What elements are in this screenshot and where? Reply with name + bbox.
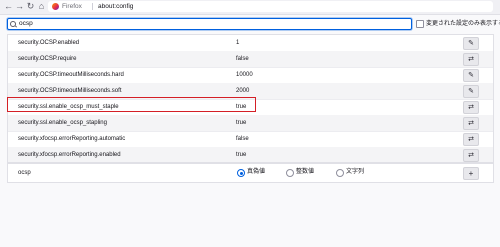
- toggle-button[interactable]: ⇄: [463, 101, 479, 114]
- preference-row[interactable]: security.xfocsp.errorReporting.enabled tr…: [8, 147, 493, 162]
- toggle-button[interactable]: ⇄: [463, 149, 479, 162]
- preference-name: security.ssl.enable_ocsp_stapling: [18, 120, 107, 126]
- preference-row[interactable]: security.ssl.enable_ocsp_stapling true ⇄: [8, 115, 493, 132]
- new-preference-row: ocsp 真偽値 整数値 文字列 +: [7, 163, 494, 183]
- preference-name: security.xfocsp.errorReporting.enabled: [18, 152, 121, 158]
- reload-icon[interactable]: ↻: [25, 1, 36, 12]
- forward-icon[interactable]: →: [14, 1, 25, 12]
- preference-row[interactable]: security.OCSP.enabled 1 ✎: [8, 35, 493, 52]
- back-icon[interactable]: ←: [3, 1, 14, 12]
- toggle-button[interactable]: ⇄: [463, 133, 479, 146]
- preference-value: true: [236, 152, 247, 158]
- preference-value: true: [236, 120, 247, 126]
- preference-name: security.xfocsp.errorReporting.automatic: [18, 136, 126, 142]
- home-icon[interactable]: ⌂: [36, 1, 47, 12]
- preference-value: false: [236, 136, 249, 142]
- new-preference-name: ocsp: [18, 170, 31, 176]
- firefox-logo-icon: [52, 3, 59, 10]
- type-boolean-label: 真偽値: [247, 169, 266, 175]
- preference-name: security.OCSP.timeoutMilliseconds.hard: [18, 72, 124, 78]
- type-integer-label: 整数値: [296, 169, 315, 175]
- toggle-button[interactable]: ⇄: [463, 117, 479, 130]
- type-string-label: 文字列: [346, 169, 365, 175]
- highlight-box: [7, 97, 256, 112]
- preference-value: 10000: [236, 72, 253, 78]
- identity-label: Firefox: [62, 3, 82, 10]
- type-boolean-radio[interactable]: [237, 169, 245, 177]
- edit-button[interactable]: ✎: [463, 85, 479, 98]
- search-box[interactable]: [7, 18, 412, 30]
- edit-button[interactable]: ✎: [463, 37, 479, 50]
- search-icon: [10, 21, 16, 27]
- url-bar[interactable]: Firefox about:config: [48, 1, 493, 12]
- url-divider: [92, 3, 93, 10]
- preference-name: security.OCSP.enabled: [18, 40, 80, 46]
- url-text[interactable]: about:config: [98, 1, 133, 12]
- edit-button[interactable]: ✎: [463, 69, 479, 82]
- preference-value: 1: [236, 40, 240, 46]
- preference-row[interactable]: security.xfocsp.errorReporting.automatic…: [8, 131, 493, 148]
- preference-row[interactable]: security.OCSP.require false ⇄: [8, 51, 493, 68]
- search-input[interactable]: [19, 19, 399, 29]
- modified-only-label: 変更された設定のみ表示する: [426, 21, 500, 27]
- modified-only-checkbox[interactable]: [416, 20, 424, 28]
- type-integer-radio[interactable]: [286, 169, 294, 177]
- preference-row[interactable]: security.OCSP.timeoutMilliseconds.hard 10…: [8, 67, 493, 84]
- browser-toolbar: ← → ↻ ⌂ Firefox about:config: [0, 0, 500, 15]
- toggle-button[interactable]: ⇄: [463, 53, 479, 66]
- preference-name: security.OCSP.require: [18, 56, 77, 62]
- type-string-radio[interactable]: [336, 169, 344, 177]
- add-preference-button[interactable]: +: [463, 167, 479, 180]
- preference-value: false: [236, 56, 249, 62]
